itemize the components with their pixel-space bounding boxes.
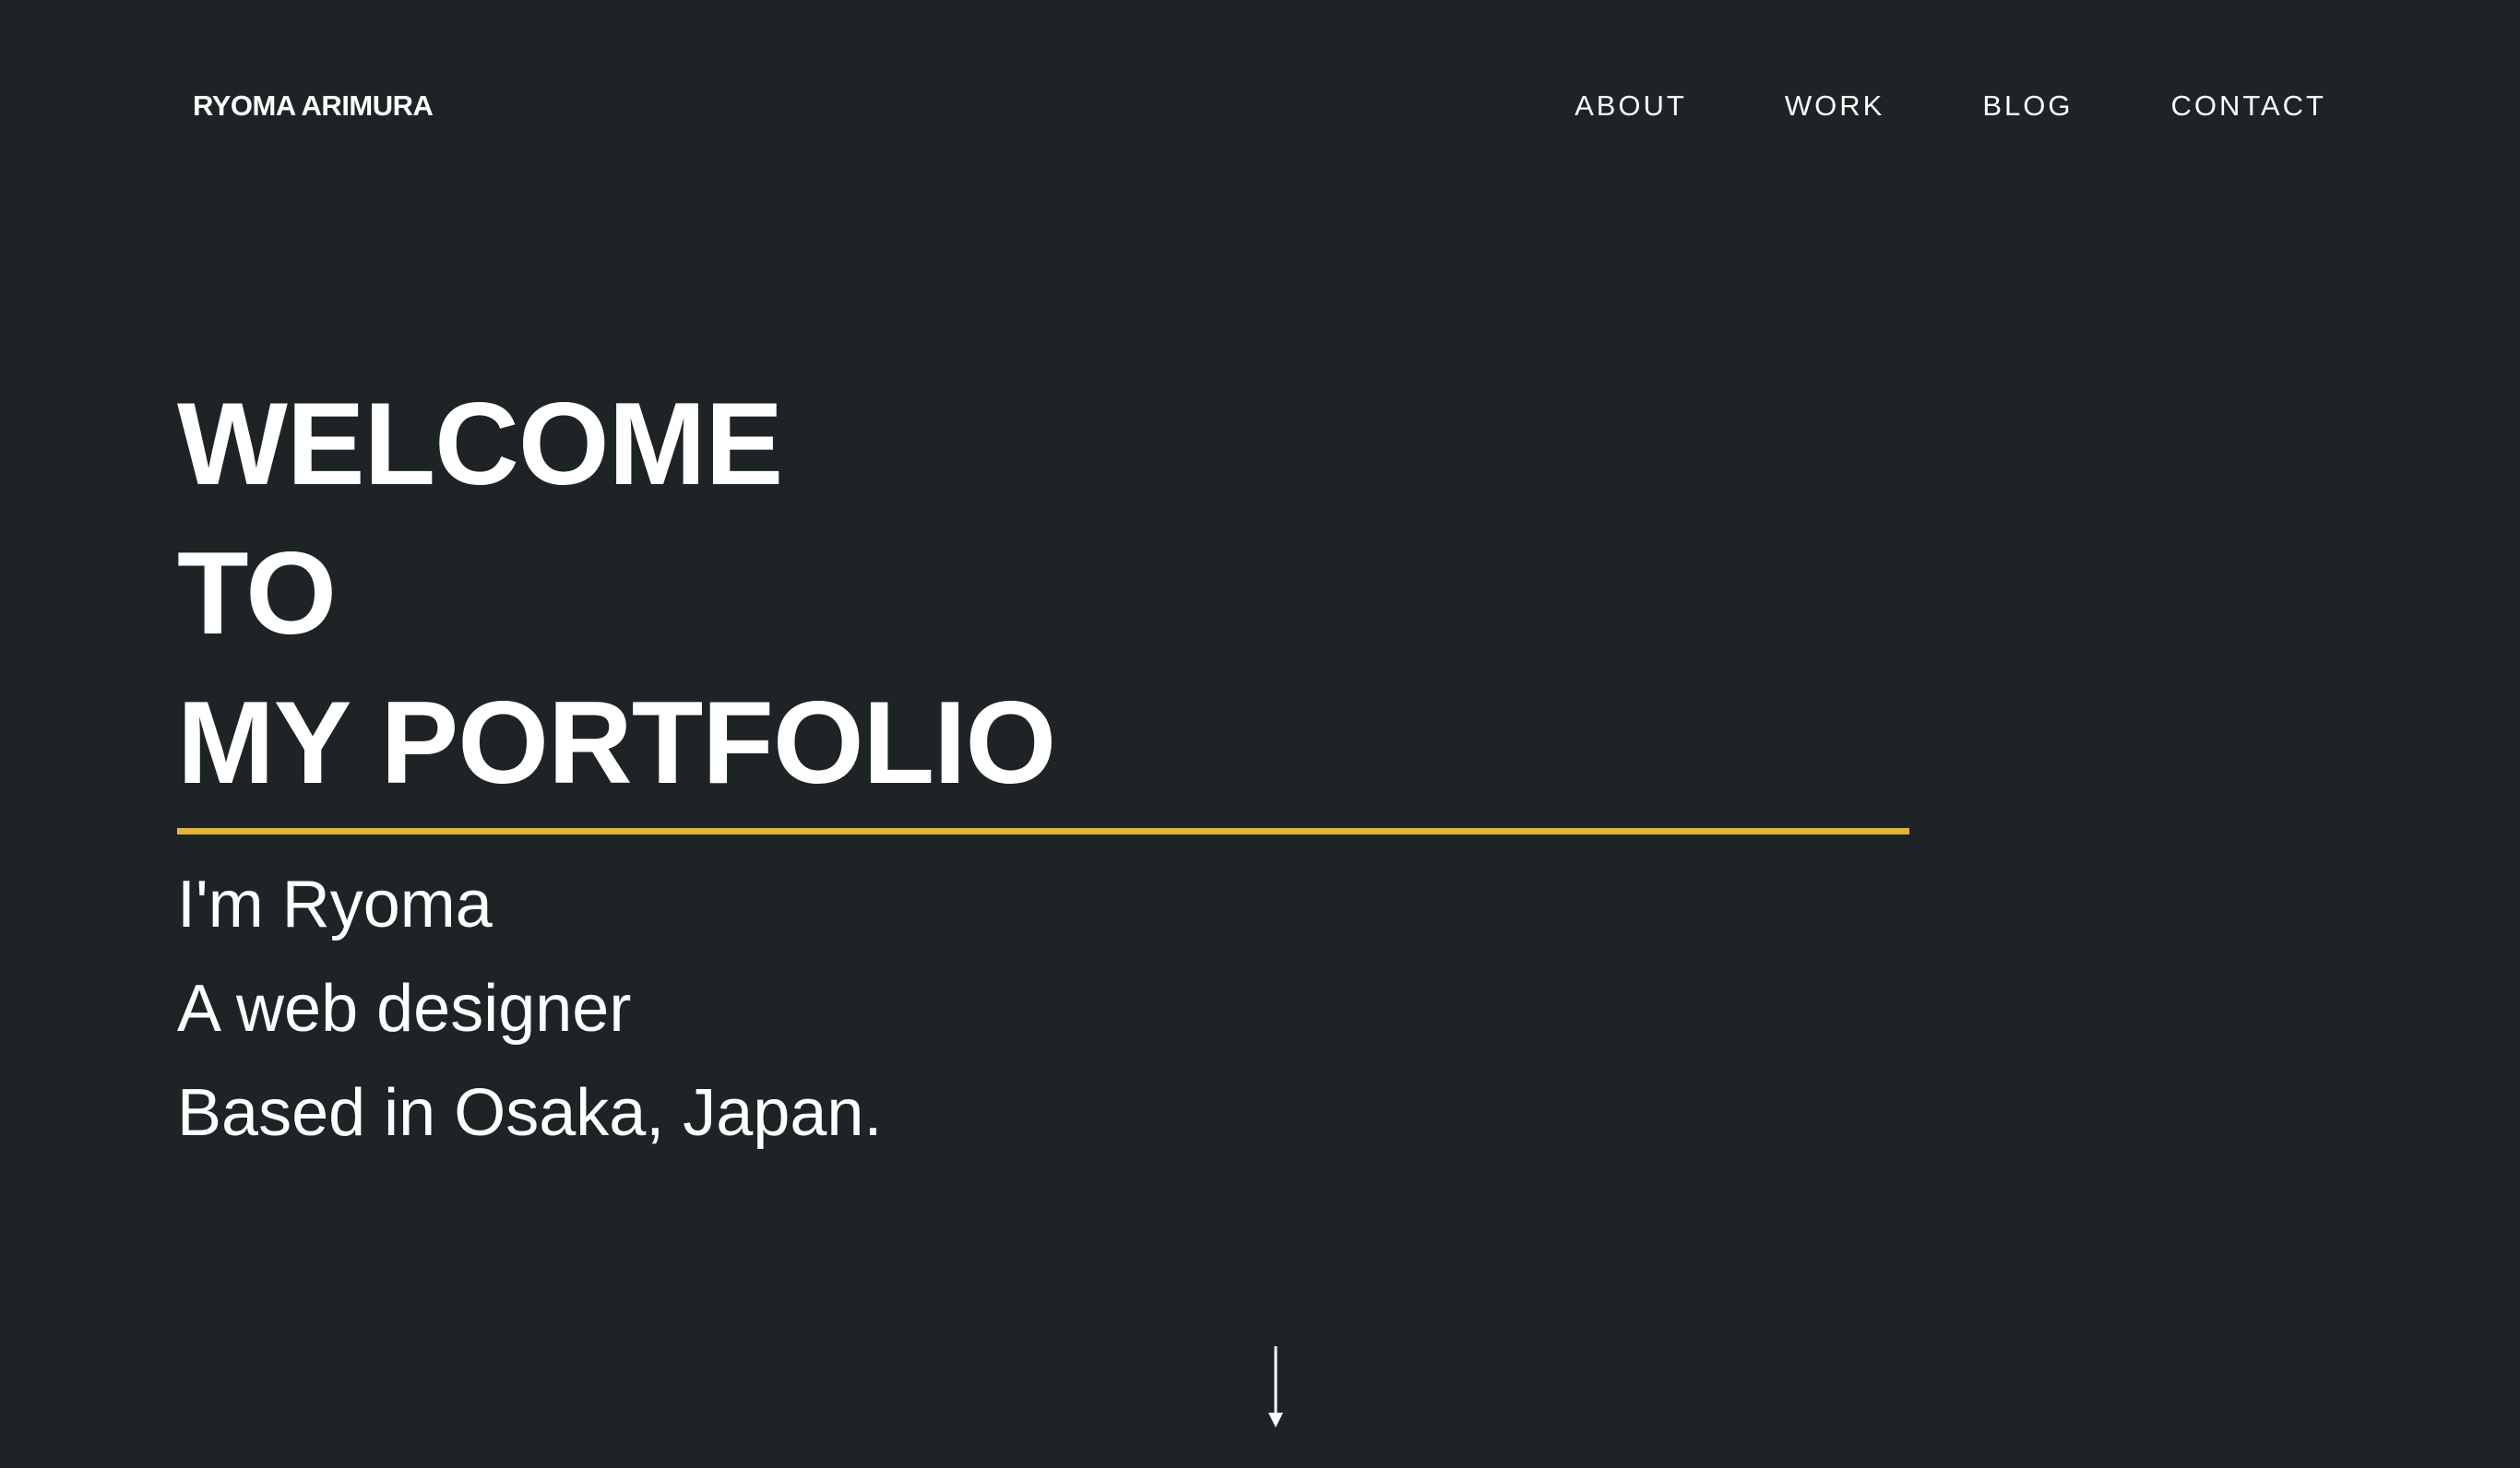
hero-title-line: WELCOME [177,378,783,509]
intro-line: A web designer [177,972,632,1046]
nav-item-contact[interactable]: CONTACT [2170,89,2326,124]
site-header: RYOMA ARIMURA ABOUT WORK BLOG CONTACT [0,0,2520,212]
main-nav: ABOUT WORK BLOG CONTACT [1575,89,2326,124]
hero-intro: I'm Ryoma A web designer Based in Osaka,… [177,853,882,1166]
site-logo[interactable]: RYOMA ARIMURA [193,89,434,124]
scroll-down-button[interactable] [1266,1346,1285,1429]
accent-divider [177,828,1909,835]
nav-item-work[interactable]: WORK [1785,89,1884,124]
nav-item-about[interactable]: ABOUT [1575,89,1687,124]
arrow-down-icon [1268,1346,1283,1427]
nav-item-blog[interactable]: BLOG [1982,89,2073,124]
hero-section: WELCOME TO MY PORTFOLIO [177,369,1911,817]
intro-line: Based in Osaka, Japan. [177,1076,883,1150]
hero-title-line: MY PORTFOLIO [177,677,1056,808]
hero-title: WELCOME TO MY PORTFOLIO [177,369,1911,817]
intro-line: I'm Ryoma [177,868,493,941]
hero-title-line: TO [177,527,337,658]
